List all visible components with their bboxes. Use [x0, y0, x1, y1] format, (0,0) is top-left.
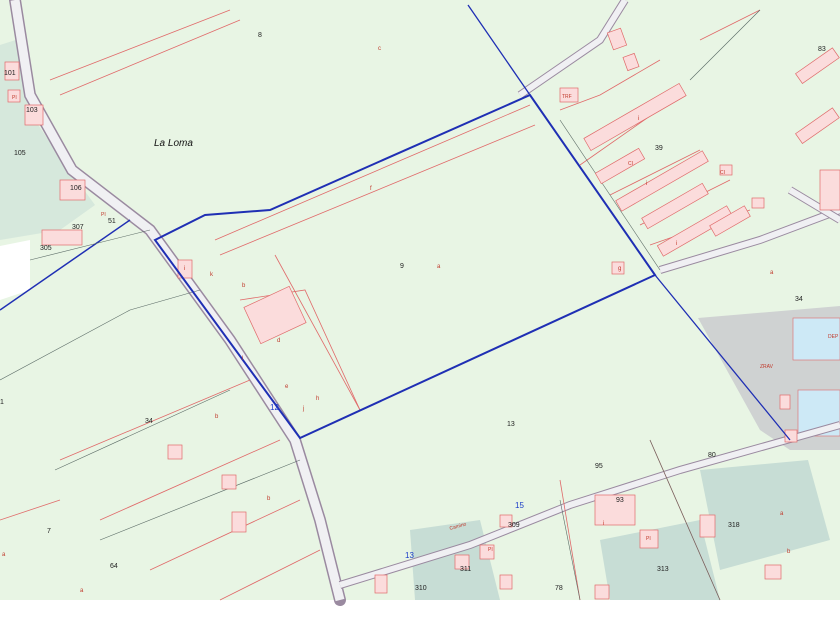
sub-parcel-letter: i: [603, 521, 604, 527]
parcel-number[interactable]: 106: [70, 185, 82, 192]
sub-parcel-letter: i: [184, 266, 185, 272]
parcel-number[interactable]: 51: [108, 218, 116, 225]
parcel-number[interactable]: 309: [508, 522, 520, 529]
building-label: DEP: [828, 334, 839, 340]
parcel-number[interactable]: 34: [145, 418, 153, 425]
parcel-number[interactable]: 83: [818, 46, 826, 53]
parcel-number[interactable]: 9: [400, 263, 404, 270]
building-label: TRF: [562, 94, 572, 100]
parcel-number[interactable]: 105: [14, 150, 26, 157]
parcel-number[interactable]: 311: [460, 566, 471, 573]
page-margin: [0, 600, 840, 630]
sub-parcel-letter: h: [316, 396, 319, 402]
cadastral-map[interactable]: La Loma 8 83 39 9 34 34 13 80 95 93 309 …: [0, 0, 840, 630]
sub-parcel-letter: i: [676, 241, 677, 247]
parcel-number[interactable]: 34: [795, 296, 803, 303]
building-label: PI: [12, 95, 17, 101]
building-label: PI: [101, 212, 106, 218]
parcel-number[interactable]: 103: [26, 107, 38, 114]
parcel-number[interactable]: 7: [47, 528, 51, 535]
sub-parcel-letter: i: [646, 181, 647, 187]
parcel-number[interactable]: 310: [415, 585, 427, 592]
parcel-number[interactable]: 307: [72, 224, 84, 231]
map-canvas[interactable]: La Loma 8 83 39 9 34 34 13 80 95 93 309 …: [0, 0, 840, 630]
road-code-label: 12: [270, 403, 279, 412]
parcel-number[interactable]: 39: [655, 145, 663, 152]
parcel-number[interactable]: 8: [258, 32, 262, 39]
parcel-number[interactable]: 13: [507, 421, 515, 428]
sub-parcel-letter: i: [638, 116, 639, 122]
sub-parcel-letter: d: [277, 338, 280, 344]
building-label: ZRAV: [760, 364, 774, 370]
place-name-la-loma: La Loma: [154, 138, 193, 149]
parcel-number[interactable]: 305: [40, 245, 52, 252]
parcel-number[interactable]: 1: [0, 399, 4, 406]
parcel-number[interactable]: 78: [555, 585, 563, 592]
parcel-number[interactable]: 93: [616, 497, 624, 504]
building-label: CI: [628, 161, 633, 167]
building-label: PI: [488, 547, 493, 553]
building-label: PI: [646, 536, 651, 542]
parcel-number[interactable]: 95: [595, 463, 603, 470]
parcel-number[interactable]: 64: [110, 563, 118, 570]
sub-parcel-letter: l: [242, 356, 243, 362]
building-label: CI: [720, 170, 725, 176]
parcel-number[interactable]: 80: [708, 452, 716, 459]
road-code-label: 15: [515, 501, 524, 510]
unmapped-area: [0, 240, 30, 300]
parcel-number[interactable]: 101: [4, 70, 16, 77]
road-code-label: 13: [405, 551, 414, 560]
sub-parcel-letter: j: [302, 406, 304, 412]
parcel-number[interactable]: 318: [728, 522, 740, 529]
parcel-number[interactable]: 313: [657, 566, 669, 573]
sub-parcel-letter: c: [378, 46, 381, 52]
sub-parcel-letter: g: [618, 266, 621, 272]
